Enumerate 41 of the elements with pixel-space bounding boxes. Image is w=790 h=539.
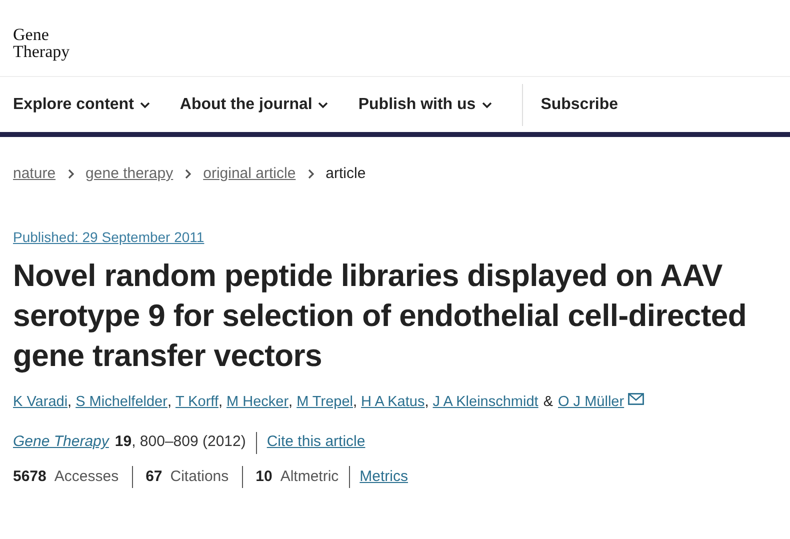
metric-stat: 10 Altmetric [256,466,339,487]
mail-icon[interactable] [628,393,644,406]
author-link[interactable]: J A Kleinschmidt [432,392,538,414]
chevron-right-icon [183,169,194,180]
comma: , [167,392,172,412]
volume: 19 [114,432,132,452]
nav-menu-item[interactable]: Publish with us [358,92,492,116]
metric-stat: 67 Citations [146,466,229,487]
nav-menu-item[interactable]: Explore content [13,92,150,116]
comma: , [353,392,358,412]
breadcrumb-current: article [326,164,366,184]
metrics-link[interactable]: Metrics [360,466,408,488]
comma: , [424,392,429,412]
chevron-right-icon [66,169,76,180]
author-link[interactable]: M Trepel [296,392,353,414]
journal-logo[interactable]: Gene Therapy [13,26,70,60]
author-link[interactable]: T Korff [175,392,218,414]
author-link[interactable]: O J Müller [558,392,624,414]
chevron-down-icon [318,100,328,110]
cite-link[interactable]: Cite this article [266,431,366,454]
ampersand: & [543,392,553,412]
author-link[interactable]: S Michelfelder [76,392,168,414]
author-link[interactable]: M Hecker [226,392,289,414]
article-title: Novel random peptide libraries displayed on AAV serotype 9 for selection of endothelial cell-directed gene transfer vectors [13,256,748,375]
journal-link[interactable]: Gene Therapy [13,431,109,454]
comma: , [68,392,72,412]
chevron-down-icon [482,100,492,110]
pages: , 800–809 (2012) [132,432,246,452]
author-link[interactable]: H A Katus [361,392,425,414]
breadcrumb-link[interactable]: gene therapy [86,163,174,186]
metric-stat: 5678 Accesses [13,466,119,487]
nav-menu-item[interactable]: About the journal [180,92,328,116]
comma: , [218,392,222,412]
chevron-down-icon [140,100,150,110]
breadcrumb-link[interactable]: nature [13,163,56,186]
breadcrumb-link[interactable]: original article [203,163,296,186]
comma: , [288,392,293,412]
nav-menu-item[interactable]: Subscribe [540,92,618,116]
author-link[interactable]: K Varadi [13,392,68,414]
chevron-right-icon [306,169,316,180]
published-date-link[interactable]: Published: 29 September 2011 [13,228,204,244]
